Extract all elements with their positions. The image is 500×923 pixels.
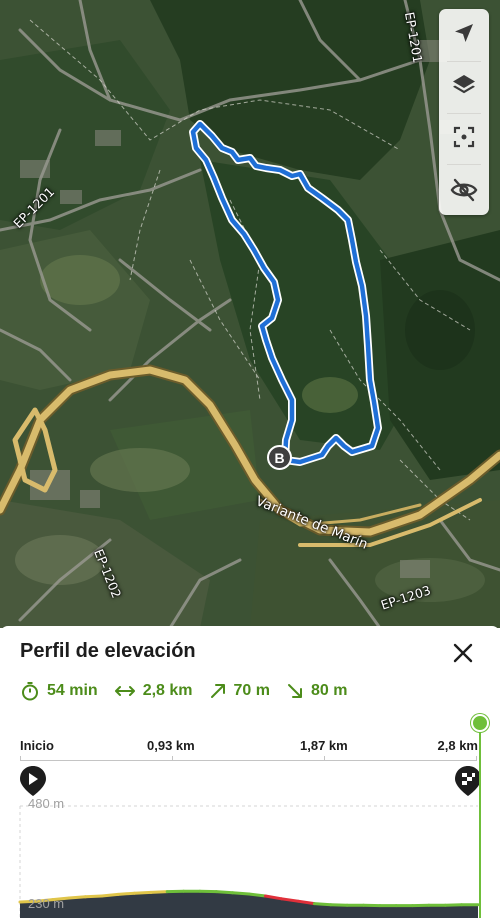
elevation-segment [233,893,249,894]
elevation-segment [249,894,265,896]
route-stats: 54 min 2,8 km 70 m 80 m [20,680,363,702]
map-view[interactable]: EP-1201 EP-1201 EP-1202 EP-1203 Variante… [0,0,500,628]
elevation-segment [216,892,232,893]
stat-duration: 54 min [20,681,98,701]
navigation-arrow-icon[interactable] [439,12,489,54]
panel-title: Perfil de elevación [20,640,196,663]
scale-tick [172,756,173,761]
elevation-segment [135,892,151,893]
ascent-arrow-icon [209,682,227,700]
start-flag-icon[interactable] [20,766,46,796]
scale-tick [20,756,21,761]
stat-duration-value: 54 min [47,682,98,700]
descent-arrow-icon [286,682,304,700]
eye-off-icon[interactable] [439,169,489,211]
stat-ascent: 70 m [209,682,270,700]
distance-arrows-icon [114,683,136,699]
finish-flag-icon[interactable] [455,766,481,796]
route-marker-b[interactable]: B [267,445,292,470]
elevation-chart-svg[interactable] [0,762,500,918]
elevation-segment [85,896,101,897]
map-controls [439,9,489,215]
scale-label-1: 0,93 km [147,738,195,753]
elevation-panel: Perfil de elevación 54 min 2,8 km 70 m [0,626,500,918]
close-icon[interactable] [450,640,476,666]
scale-tick [324,756,325,761]
scale-label-start: Inicio [20,738,54,753]
position-cursor-handle[interactable] [471,714,489,732]
scale-line [20,760,476,761]
focus-frame-icon[interactable] [439,116,489,158]
layers-icon[interactable] [439,64,489,106]
elevation-segment [69,897,85,898]
y-label-bottom: 230 m [28,896,64,911]
y-label-top: 480 m [28,796,64,811]
scale-label-2: 1,87 km [300,738,348,753]
satellite-map[interactable] [0,0,500,628]
position-cursor-line[interactable] [479,722,481,918]
stopwatch-icon [20,681,40,701]
distance-scale: Inicio 0,93 km 1,87 km 2,8 km [20,738,478,760]
scale-label-end: 2,8 km [438,738,478,753]
stat-ascent-value: 70 m [234,682,270,700]
scale-tick [476,756,477,761]
elevation-segment [314,904,330,905]
stat-descent-value: 80 m [311,682,347,700]
stat-distance-value: 2,8 km [143,682,193,700]
stat-distance: 2,8 km [114,682,193,700]
stat-descent: 80 m [286,682,347,700]
elevation-segment [118,893,134,894]
elevation-segment [151,892,167,893]
elevation-segment [102,894,118,896]
elevation-chart[interactable]: 480 m 230 m [0,762,500,918]
